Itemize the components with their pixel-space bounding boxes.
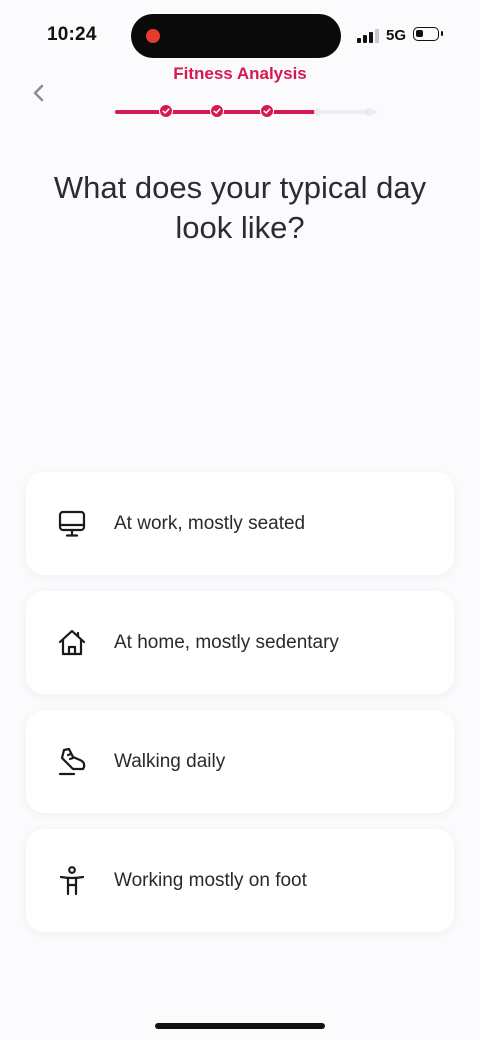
step-pending xyxy=(314,108,323,116)
home-indicator[interactable] xyxy=(155,1023,325,1029)
progress-stepper xyxy=(115,104,377,120)
battery-icon xyxy=(413,27,443,41)
step-completed-check-icon xyxy=(158,104,173,118)
recording-indicator-icon xyxy=(146,29,160,43)
network-type: 5G xyxy=(386,27,407,44)
option-walking-daily[interactable]: Walking daily xyxy=(26,710,454,813)
question-title: What does your typical day look like? xyxy=(53,170,427,245)
option-label: Walking daily xyxy=(114,750,226,772)
option-at-work-seated[interactable]: At work, mostly seated xyxy=(26,472,454,575)
house-icon xyxy=(55,626,89,660)
status-time: 10:24 xyxy=(47,24,97,45)
step-pending xyxy=(365,108,373,116)
option-label: Working mostly on foot xyxy=(114,869,307,891)
step-completed-check-icon xyxy=(260,104,275,118)
option-label: At work, mostly seated xyxy=(114,512,306,534)
status-bar: 10:24 5G xyxy=(0,0,480,72)
option-at-home-sedentary[interactable]: At home, mostly sedentary xyxy=(26,591,454,694)
step-completed-check-icon xyxy=(209,104,224,118)
option-working-on-foot[interactable]: Working mostly on foot xyxy=(26,829,454,932)
standing-person-icon xyxy=(55,864,89,898)
dynamic-island xyxy=(131,14,341,58)
chevron-left-icon xyxy=(33,84,44,102)
sneaker-icon xyxy=(55,745,89,779)
page-title: Fitness Analysis xyxy=(173,64,307,83)
monitor-icon xyxy=(55,507,89,541)
signal-strength-icon xyxy=(357,29,381,43)
option-label: At home, mostly sedentary xyxy=(114,631,339,653)
